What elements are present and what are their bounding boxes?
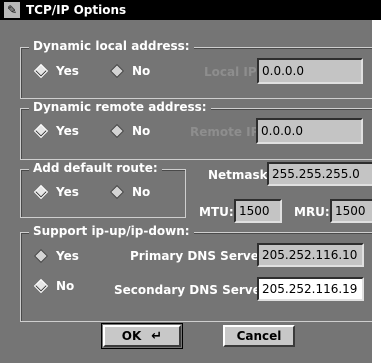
- radio-diamond-icon: [109, 63, 125, 79]
- return-arrow-icon: ↵: [151, 328, 163, 344]
- radio-label: No: [56, 279, 75, 293]
- radio-diamond-icon: [33, 278, 49, 294]
- secondary-dns-field[interactable]: 205.252.116.19: [257, 277, 364, 301]
- ipup-yes-radio[interactable]: Yes: [33, 248, 79, 264]
- dynamic-remote-yes-radio[interactable]: Yes: [33, 123, 79, 139]
- dynamic-local-legend: Dynamic local address:: [29, 39, 194, 53]
- mtu-label: MTU:: [199, 205, 234, 219]
- default-route-legend: Add default route:: [29, 161, 162, 175]
- dynamic-local-yes-radio[interactable]: Yes: [33, 63, 79, 79]
- radio-label: No: [132, 124, 151, 138]
- default-route-yes-radio[interactable]: Yes: [33, 184, 79, 200]
- radio-label: Yes: [56, 64, 79, 78]
- remote-ip-label: Remote IP:: [190, 125, 265, 139]
- secondary-dns-label: Secondary DNS Server:: [114, 283, 272, 297]
- default-route-no-radio[interactable]: No: [109, 184, 151, 200]
- radio-label: No: [132, 185, 151, 199]
- ok-button-label: OK: [121, 329, 142, 343]
- netmask-label: Netmask:: [208, 168, 273, 182]
- mru-label: MRU:: [294, 205, 330, 219]
- window-edge: [372, 20, 381, 363]
- window-title: TCP/IP Options: [26, 3, 127, 17]
- primary-dns-field[interactable]: 205.252.116.10: [257, 243, 364, 267]
- radio-diamond-icon: [109, 123, 125, 139]
- title-bar[interactable]: ✎ TCP/IP Options: [0, 0, 381, 20]
- radio-diamond-icon: [109, 184, 125, 200]
- mtu-field[interactable]: 1500: [234, 199, 282, 223]
- mru-field[interactable]: 1500: [330, 199, 376, 223]
- local-ip-label: Local IP:: [204, 65, 262, 79]
- pen-icon[interactable]: ✎: [4, 2, 20, 18]
- radio-label: No: [132, 64, 151, 78]
- radio-diamond-icon: [33, 123, 49, 139]
- radio-diamond-icon: [33, 184, 49, 200]
- radio-label: Yes: [56, 249, 79, 263]
- radio-diamond-icon: [33, 248, 49, 264]
- cancel-button-label: Cancel: [236, 329, 282, 343]
- ipup-legend: Support ip-up/ip-down:: [29, 224, 194, 238]
- dynamic-remote-no-radio[interactable]: No: [109, 123, 151, 139]
- dialog-body: Dynamic local address: Yes No Local IP: …: [0, 20, 381, 363]
- dynamic-remote-legend: Dynamic remote address:: [29, 100, 211, 114]
- dynamic-local-no-radio[interactable]: No: [109, 63, 151, 79]
- cancel-button[interactable]: Cancel: [223, 325, 295, 347]
- ok-button[interactable]: OK ↵: [103, 325, 181, 347]
- local-ip-field[interactable]: 0.0.0.0: [257, 58, 363, 84]
- radio-label: Yes: [56, 185, 79, 199]
- radio-diamond-icon: [33, 63, 49, 79]
- radio-label: Yes: [56, 124, 79, 138]
- netmask-field[interactable]: 255.255.255.0: [267, 162, 375, 186]
- ipup-no-radio[interactable]: No: [33, 278, 75, 294]
- primary-dns-label: Primary DNS Server:: [130, 249, 270, 263]
- remote-ip-field[interactable]: 0.0.0.0: [256, 118, 363, 144]
